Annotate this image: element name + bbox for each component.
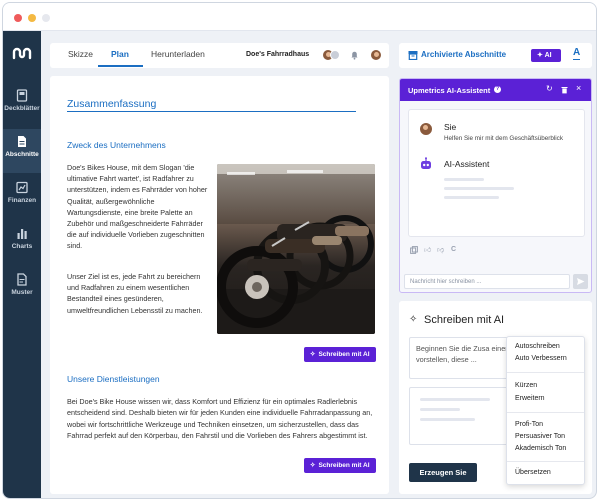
motorcycles-photo bbox=[217, 164, 375, 334]
write-with-ai-button-2[interactable]: ✧ Schreiben mit AI bbox=[304, 458, 376, 473]
ai-assistant-panel: Upmetrics AI-Assistent ? ↻ × Sie Helfen … bbox=[399, 78, 592, 293]
document-icon bbox=[16, 135, 28, 148]
menu-item-erweitern[interactable]: Erweitern bbox=[515, 395, 545, 402]
menu-item-uebersetzen[interactable]: Übersetzen bbox=[515, 469, 551, 476]
project-name: Doe's Fahrradhaus bbox=[246, 51, 310, 58]
sidebar-item-label: Abschnitte bbox=[5, 151, 39, 158]
menu-divider bbox=[507, 412, 584, 413]
sidebar-item-label: Muster bbox=[11, 289, 33, 296]
loading-line bbox=[444, 196, 499, 199]
sidebar-item-abschnitte[interactable]: Abschnitte bbox=[3, 129, 41, 173]
collaborator-avatar-2[interactable] bbox=[330, 50, 340, 60]
menu-item-autoschreiben[interactable]: Autoschreiben bbox=[515, 343, 560, 350]
section-heading: Zusammenfassung bbox=[67, 98, 157, 110]
sidebar-item-deckblaetter[interactable]: Deckblätter bbox=[3, 83, 41, 127]
bell-icon[interactable] bbox=[350, 50, 359, 60]
chat-input[interactable]: Nachricht hier schreiben ... bbox=[404, 274, 570, 289]
menu-item-auto-verbessern[interactable]: Auto Verbessern bbox=[515, 355, 567, 362]
thumbs-down-icon[interactable]: 👎︎ bbox=[437, 245, 444, 254]
menu-item-persuasiver-ton[interactable]: Persuasiver Ton bbox=[515, 433, 565, 440]
placeholder-line bbox=[420, 408, 460, 411]
document-editor[interactable]: Zusammenfassung Zweck des Unternehmens D… bbox=[50, 76, 389, 494]
magic-wand-icon: ✧ bbox=[310, 462, 316, 469]
magic-wand-icon: ✧ bbox=[310, 351, 316, 358]
menu-item-kuerzen[interactable]: Kürzen bbox=[515, 382, 537, 389]
write-with-ai-title: Schreiben mit AI bbox=[424, 314, 505, 326]
sparkle-icon: ✦ bbox=[537, 52, 543, 59]
assistant-title: Upmetrics AI-Assistent bbox=[408, 86, 491, 95]
tab-plan[interactable]: Plan bbox=[111, 49, 129, 59]
subheading-services: Unsere Dienstleistungen bbox=[67, 374, 160, 384]
right-panel-toolbar: Archivierte Abschnitte ✦ AI A bbox=[399, 43, 592, 68]
ai-toggle-label: AI bbox=[544, 52, 552, 59]
robot-icon bbox=[419, 157, 433, 171]
app-window: Deckblätter Abschnitte Finanzen Charts M… bbox=[2, 2, 597, 499]
magic-wand-icon: ✧ bbox=[409, 314, 418, 325]
template-icon bbox=[16, 273, 28, 286]
send-button[interactable] bbox=[573, 274, 588, 289]
sidebar-item-label: Finanzen bbox=[7, 197, 37, 204]
user-message: Helfen Sie mir mit dem Geschäftsüberblic… bbox=[444, 135, 563, 142]
editor-toolbar: Skizze Plan Herunterladen Doe's Fahrradh… bbox=[50, 43, 389, 68]
chart-icon bbox=[16, 227, 28, 240]
paragraph-services[interactable]: Bei Doe's Bike House wissen wir, dass Ko… bbox=[67, 396, 376, 442]
maximize-window-button[interactable] bbox=[42, 14, 50, 22]
archived-sections-link[interactable]: Archivierte Abschnitte bbox=[421, 50, 506, 59]
sidebar-item-label: Charts bbox=[11, 243, 33, 250]
user-name: Sie bbox=[444, 122, 457, 132]
write-with-ai-button[interactable]: ✧ Schreiben mit AI bbox=[304, 347, 376, 362]
write-with-ai-label: Schreiben mit AI bbox=[318, 351, 370, 358]
placeholder-line bbox=[420, 398, 490, 401]
sidebar: Deckblätter Abschnitte Finanzen Charts M… bbox=[3, 31, 41, 498]
write-with-ai-label: Schreiben mit AI bbox=[318, 462, 370, 469]
finance-icon bbox=[16, 181, 28, 194]
active-tab-indicator bbox=[98, 65, 143, 67]
minimize-window-button[interactable] bbox=[28, 14, 36, 22]
generate-button[interactable]: Erzeugen Sie bbox=[409, 463, 477, 482]
sidebar-item-label: Deckblätter bbox=[4, 105, 40, 112]
menu-item-akademisch-ton[interactable]: Akademisch Ton bbox=[515, 445, 566, 452]
upmetrics-logo[interactable] bbox=[12, 46, 32, 60]
window-titlebar bbox=[3, 3, 596, 31]
subheading-purpose: Zweck des Unternehmens bbox=[67, 140, 166, 150]
regenerate-icon[interactable]: C bbox=[451, 246, 456, 253]
close-icon[interactable]: × bbox=[576, 83, 581, 93]
bot-name: AI-Assistent bbox=[444, 159, 490, 169]
paragraph-purpose[interactable]: Doe's Bikes House, mit dem Slogan 'die u… bbox=[67, 162, 209, 252]
font-format-button[interactable]: A bbox=[573, 47, 581, 60]
paragraph-goal[interactable]: Unser Ziel ist es, jede Fahrt zu bereich… bbox=[67, 271, 209, 316]
placeholder-line bbox=[420, 418, 475, 421]
menu-divider bbox=[507, 372, 584, 373]
user-avatar bbox=[419, 122, 433, 136]
sidebar-item-finanzen[interactable]: Finanzen bbox=[3, 175, 41, 219]
trash-icon[interactable] bbox=[561, 86, 568, 94]
refresh-icon[interactable]: ↻ bbox=[546, 84, 553, 93]
sidebar-item-charts[interactable]: Charts bbox=[3, 221, 41, 265]
ai-toggle-button[interactable]: ✦ AI bbox=[531, 49, 561, 62]
user-avatar[interactable] bbox=[370, 49, 382, 61]
tab-herunterladen[interactable]: Herunterladen bbox=[151, 49, 205, 59]
close-window-button[interactable] bbox=[14, 14, 22, 22]
sidebar-item-muster[interactable]: Muster bbox=[3, 267, 41, 311]
tab-skizze[interactable]: Skizze bbox=[68, 49, 93, 59]
assistant-header: Upmetrics AI-Assistent ? ↻ × bbox=[400, 79, 591, 101]
thumbs-up-icon[interactable]: 👍︎ bbox=[424, 245, 431, 254]
archive-icon bbox=[408, 50, 418, 60]
chat-conversation: Sie Helfen Sie mir mit dem Geschäftsüber… bbox=[408, 109, 585, 237]
menu-item-profi-ton[interactable]: Profi-Ton bbox=[515, 421, 543, 428]
menu-divider bbox=[507, 461, 584, 462]
copy-icon[interactable] bbox=[410, 246, 418, 254]
help-icon[interactable]: ? bbox=[494, 86, 501, 93]
book-icon bbox=[16, 89, 28, 102]
heading-underline bbox=[67, 111, 356, 112]
ai-actions-menu: Autoschreiben Auto Verbessern Kürzen Erw… bbox=[506, 336, 585, 485]
loading-line bbox=[444, 187, 514, 190]
loading-line bbox=[444, 178, 484, 181]
